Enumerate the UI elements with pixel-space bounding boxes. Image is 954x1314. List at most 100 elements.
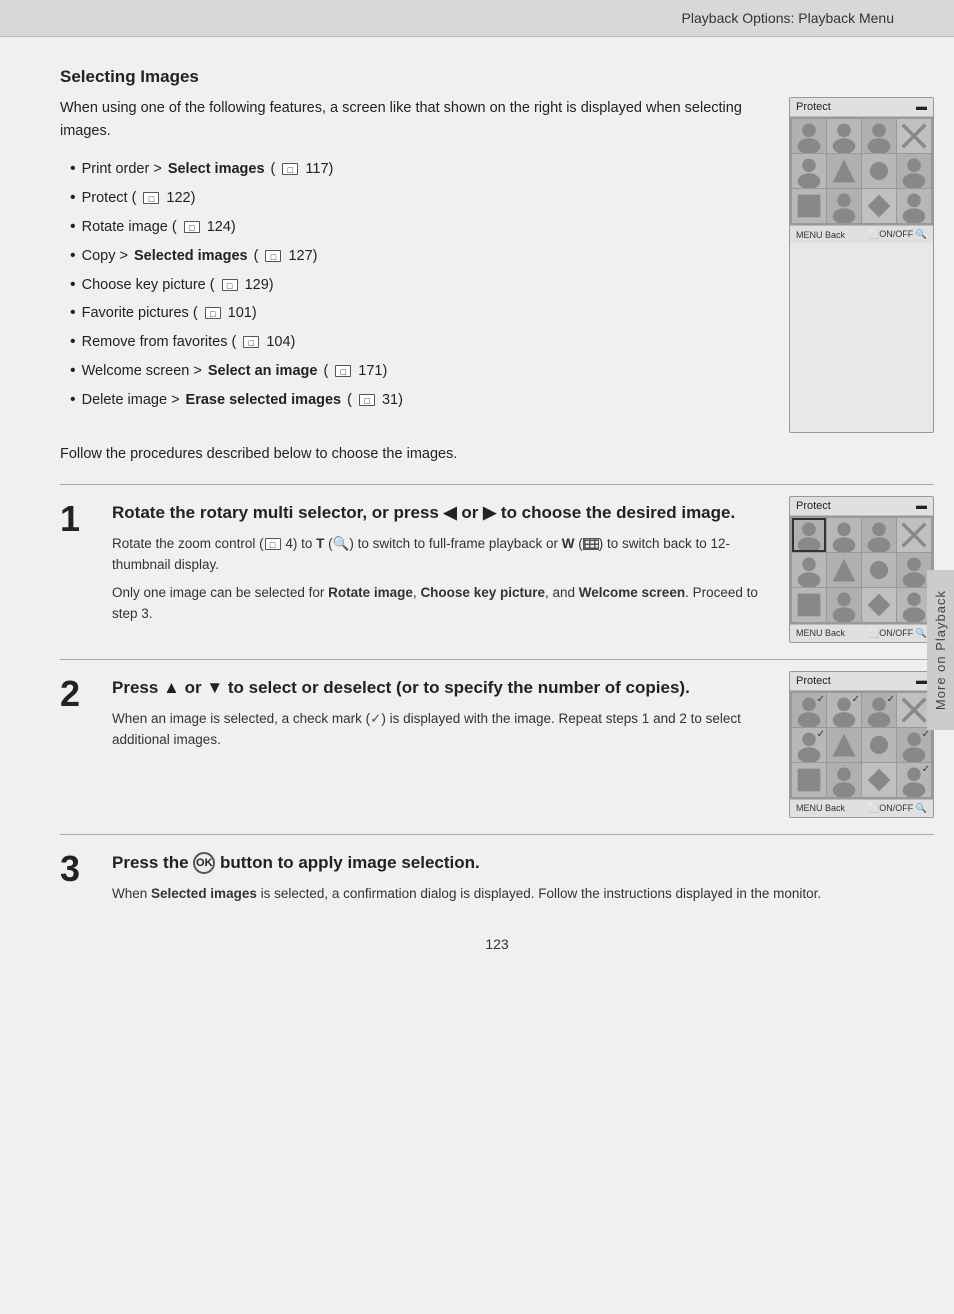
book-icon: □ bbox=[143, 192, 159, 204]
cam-header: Protect ▬ bbox=[790, 672, 933, 691]
step-1-with-image: Rotate the rotary multi selector, or pre… bbox=[112, 501, 934, 643]
cam-cell bbox=[827, 553, 861, 587]
list-item: Remove from favorites (□ 104) bbox=[70, 328, 769, 357]
header-title: Playback Options: Playback Menu bbox=[682, 10, 894, 26]
main-content: Selecting Images When using one of the f… bbox=[0, 37, 954, 962]
cam-cell bbox=[862, 154, 896, 188]
step-2-text: Press ▲ or ▼ to select or deselect (or t… bbox=[112, 676, 773, 757]
checkmark-icon: ✓ bbox=[370, 711, 381, 726]
cam-cell bbox=[862, 763, 896, 797]
step-2: 2 Press ▲ or ▼ to select or deselect (or… bbox=[60, 659, 934, 818]
cam-cell bbox=[792, 728, 826, 762]
intro-section: When using one of the following features… bbox=[60, 97, 934, 433]
cam-cell bbox=[862, 518, 896, 552]
step-2-desc: When an image is selected, a check mark … bbox=[112, 708, 773, 751]
cam-label: Protect bbox=[796, 500, 831, 512]
book-icon: □ bbox=[184, 221, 200, 233]
ok-button-icon: OK bbox=[193, 852, 215, 874]
list-item: Copy > Selected images (□ 127) bbox=[70, 242, 769, 271]
cam-footer-left: MENU Back bbox=[796, 230, 845, 240]
follow-text: Follow the procedures described below to… bbox=[60, 443, 934, 466]
sidebar-label: More on Playback bbox=[927, 570, 954, 730]
cam-cell bbox=[897, 154, 931, 188]
page-header: Playback Options: Playback Menu bbox=[0, 0, 954, 37]
cam-grid bbox=[790, 117, 933, 225]
book-icon: □ bbox=[359, 394, 375, 406]
cam-cell bbox=[827, 518, 861, 552]
cam-cell bbox=[862, 588, 896, 622]
list-item: Rotate image (□ 124) bbox=[70, 213, 769, 242]
step-3: 3 Press the OK button to apply image sel… bbox=[60, 834, 934, 910]
bullet-list: Print order > Select images (□ 117) Prot… bbox=[60, 155, 769, 414]
section-title: Selecting Images bbox=[60, 67, 934, 87]
step-2-with-image: Press ▲ or ▼ to select or deselect (or t… bbox=[112, 676, 934, 818]
cam-cell bbox=[862, 728, 896, 762]
cam-cell bbox=[792, 154, 826, 188]
camera-screen-step2: Protect ▬ bbox=[789, 671, 934, 818]
intro-text: When using one of the following features… bbox=[60, 97, 769, 143]
step-2-title: Press ▲ or ▼ to select or deselect (or t… bbox=[112, 676, 773, 700]
step-3-number: 3 bbox=[60, 851, 96, 887]
cam-footer-left: MENU Back bbox=[796, 628, 845, 638]
cam-cell bbox=[792, 553, 826, 587]
sidebar-tab: More on Playback bbox=[926, 337, 954, 962]
step-1-title: Rotate the rotary multi selector, or pre… bbox=[112, 501, 773, 525]
book-icon: □ bbox=[243, 336, 259, 348]
list-item: Favorite pictures (□ 101) bbox=[70, 299, 769, 328]
cam-cell bbox=[792, 693, 826, 727]
grid-icon bbox=[583, 538, 599, 550]
book-icon: □ bbox=[282, 163, 298, 175]
cam-cell bbox=[862, 119, 896, 153]
cam-header: Protect ▬ bbox=[790, 98, 933, 117]
cam-label: Protect bbox=[796, 101, 831, 113]
cam-footer-left: MENU Back bbox=[796, 803, 845, 813]
step-2-body: Press ▲ or ▼ to select or deselect (or t… bbox=[112, 676, 934, 818]
cam-cell bbox=[792, 518, 826, 552]
camera-screen-top: Protect ▬ bbox=[789, 97, 934, 433]
book-icon: □ bbox=[205, 307, 221, 319]
cam-label: Protect bbox=[796, 675, 831, 687]
cam-cell bbox=[827, 763, 861, 797]
cam-cell bbox=[827, 154, 861, 188]
cam-cell bbox=[897, 119, 931, 153]
cam-cell bbox=[862, 189, 896, 223]
cam-cell bbox=[792, 119, 826, 153]
step-3-desc: When Selected images is selected, a conf… bbox=[112, 883, 934, 905]
intro-text-col: When using one of the following features… bbox=[60, 97, 769, 433]
cam-cell bbox=[827, 728, 861, 762]
list-item: Welcome screen > Select an image (□ 171) bbox=[70, 357, 769, 386]
step-1-number: 1 bbox=[60, 501, 96, 537]
list-item: Delete image > Erase selected images (□ … bbox=[70, 386, 769, 415]
cam-footer-right: ⬜ON/OFF 🔍 bbox=[868, 628, 927, 639]
cam-grid bbox=[790, 691, 933, 799]
cam-cell bbox=[827, 189, 861, 223]
step-2-number: 2 bbox=[60, 676, 96, 712]
step-1: 1 Rotate the rotary multi selector, or p… bbox=[60, 484, 934, 643]
cam-footer: MENU Back ⬜ON/OFF 🔍 bbox=[790, 225, 933, 243]
camera-screen-step1: Protect ▬ bbox=[789, 496, 934, 643]
list-item: Choose key picture (□ 129) bbox=[70, 271, 769, 300]
cam-footer: MENU Back ⬜ON/OFF 🔍 bbox=[790, 799, 933, 817]
cam-cell bbox=[792, 763, 826, 797]
cam-footer: MENU Back ⬜ON/OFF 🔍 bbox=[790, 624, 933, 642]
cam-grid bbox=[790, 516, 933, 624]
cam-footer-right: ⬜ON/OFF 🔍 bbox=[868, 229, 927, 240]
step-1-desc1: Rotate the zoom control (□ 4) to T (🔍) t… bbox=[112, 533, 773, 576]
cam-cell bbox=[792, 189, 826, 223]
book-icon: □ bbox=[265, 250, 281, 262]
cam-cell bbox=[827, 588, 861, 622]
book-icon: □ bbox=[335, 365, 351, 377]
page-number: 123 bbox=[60, 926, 934, 962]
book-icon: □ bbox=[222, 279, 238, 291]
cam-cell bbox=[792, 588, 826, 622]
step-3-body: Press the OK button to apply image selec… bbox=[112, 851, 934, 910]
book-icon: □ bbox=[265, 538, 281, 550]
step-3-title: Press the OK button to apply image selec… bbox=[112, 851, 934, 875]
list-item: Print order > Select images (□ 117) bbox=[70, 155, 769, 184]
cam-footer-right: ⬜ON/OFF 🔍 bbox=[868, 803, 927, 814]
cam-cell bbox=[897, 189, 931, 223]
cam-battery-icon: ▬ bbox=[916, 101, 927, 113]
step-1-desc2: Only one image can be selected for Rotat… bbox=[112, 582, 773, 625]
cam-cell bbox=[827, 119, 861, 153]
step-1-body: Rotate the rotary multi selector, or pre… bbox=[112, 501, 934, 643]
